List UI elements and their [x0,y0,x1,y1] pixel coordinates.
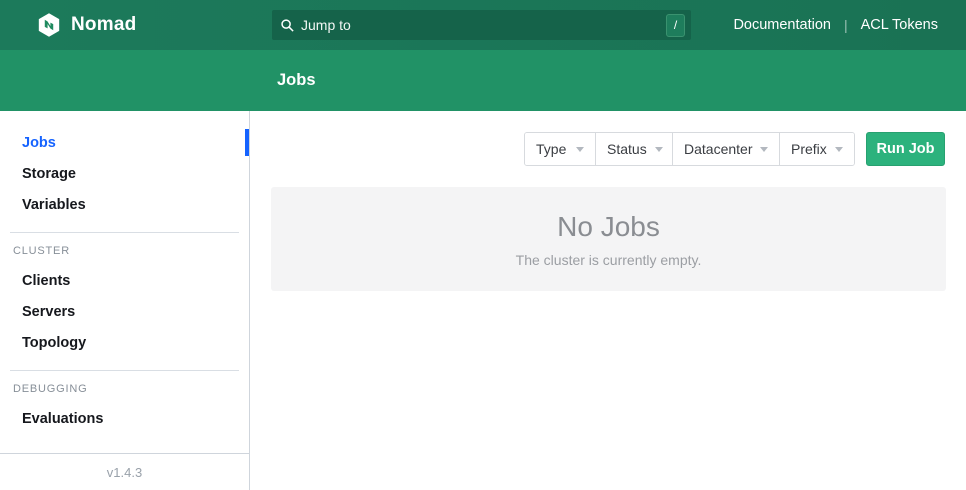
empty-state-message: The cluster is currently empty. [516,252,702,268]
nomad-logo[interactable]: Nomad [0,12,136,38]
documentation-link[interactable]: Documentation [733,17,831,33]
nav-links-separator: | [844,17,848,33]
version-footer: v1.4.3 [0,453,249,490]
brand-name: Nomad [71,14,136,36]
sidebar-item-label: Topology [22,335,86,351]
prefix-filter-dropdown[interactable]: Prefix [779,133,854,165]
filter-label: Type [536,141,566,157]
sidebar-item-storage[interactable]: Storage [0,158,249,189]
chevron-down-icon [835,147,843,152]
chevron-down-icon [655,147,663,152]
datacenter-filter-dropdown[interactable]: Datacenter [672,133,779,165]
filter-label: Prefix [791,141,827,157]
sidebar-item-label: Variables [22,197,86,213]
acl-tokens-link[interactable]: ACL Tokens [861,17,938,33]
type-filter-dropdown[interactable]: Type [525,133,595,165]
filter-label: Status [607,141,647,157]
nomad-hexagon-icon [36,12,62,38]
top-nav-links: Documentation | ACL Tokens [733,0,938,50]
sidebar-divider [10,370,239,371]
search-input[interactable] [301,17,666,33]
sidebar-item-servers[interactable]: Servers [0,296,249,327]
sidebar-item-label: Evaluations [22,411,103,427]
sidebar: Jobs Storage Variables CLUSTER Clients S… [0,111,250,490]
status-filter-dropdown[interactable]: Status [595,133,672,165]
sidebar-item-label: Storage [22,166,76,182]
empty-state-panel: No Jobs The cluster is currently empty. [271,187,946,291]
sidebar-item-clients[interactable]: Clients [0,265,249,296]
chevron-down-icon [760,147,768,152]
page-header: Jobs [0,50,966,111]
sidebar-divider [10,232,239,233]
jump-to-search[interactable]: / [272,10,691,40]
empty-state-title: No Jobs [557,211,660,243]
sidebar-item-jobs[interactable]: Jobs [0,127,249,158]
active-indicator-bar [245,129,249,156]
filter-bar: Type Status Datacenter Prefix [524,132,855,166]
sidebar-item-topology[interactable]: Topology [0,327,249,358]
search-icon [280,18,295,33]
sidebar-item-label: Clients [22,273,70,289]
sidebar-item-label: Servers [22,304,75,320]
sidebar-section-cluster: CLUSTER [0,237,249,265]
sidebar-item-label: Jobs [22,135,56,151]
sidebar-item-evaluations[interactable]: Evaluations [0,403,249,434]
top-navbar: Nomad / Documentation | ACL Tokens [0,0,966,50]
sidebar-nav: Jobs Storage Variables CLUSTER Clients S… [0,111,249,434]
sidebar-section-debugging: DEBUGGING [0,375,249,403]
slash-shortcut-key: / [666,14,685,37]
run-job-button[interactable]: Run Job [866,132,945,166]
page-title: Jobs [277,71,316,90]
sidebar-item-variables[interactable]: Variables [0,189,249,220]
filter-label: Datacenter [684,141,752,157]
chevron-down-icon [576,147,584,152]
version-label: v1.4.3 [107,465,142,480]
